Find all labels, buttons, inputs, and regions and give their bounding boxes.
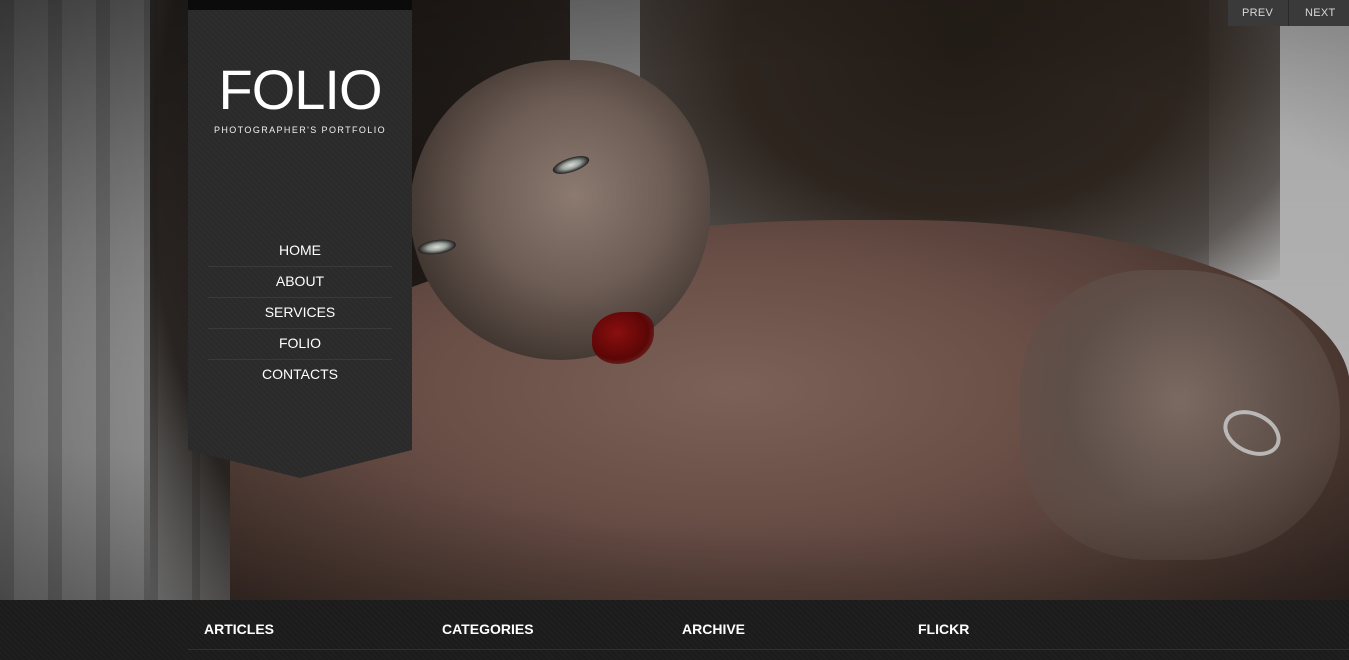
- prev-button[interactable]: PREV: [1228, 0, 1288, 26]
- page: FOLIO PHOTOGRAPHER'S PORTFOLIO HOME ABOU…: [0, 0, 1349, 660]
- nav-item-contacts[interactable]: CONTACTS: [208, 360, 392, 390]
- nav-item-about[interactable]: ABOUT: [208, 267, 392, 298]
- side-panel: FOLIO PHOTOGRAPHER'S PORTFOLIO HOME ABOU…: [188, 0, 412, 478]
- footer-title-categories: CATEGORIES: [442, 621, 534, 637]
- main-nav: HOME ABOUT SERVICES FOLIO CONTACTS: [208, 236, 392, 390]
- footer-title-archive: ARCHIVE: [682, 621, 746, 637]
- footer-title-articles: ARTICLES: [204, 621, 274, 637]
- site-logo[interactable]: FOLIO: [188, 58, 412, 122]
- slider-pager: PREV NEXT: [1228, 0, 1349, 26]
- footer-divider: [188, 649, 1349, 650]
- nav-item-folio[interactable]: FOLIO: [208, 329, 392, 360]
- footer: ARTICLES CATEGORIES ARCHIVE FLICKR: [0, 600, 1349, 660]
- nav-item-services[interactable]: SERVICES: [208, 298, 392, 329]
- next-button[interactable]: NEXT: [1288, 0, 1349, 26]
- footer-title-flickr: FLICKR: [918, 621, 970, 637]
- site-tagline: PHOTOGRAPHER'S PORTFOLIO: [213, 125, 386, 135]
- panel-top-bar: [188, 0, 412, 10]
- nav-item-home[interactable]: HOME: [208, 236, 392, 267]
